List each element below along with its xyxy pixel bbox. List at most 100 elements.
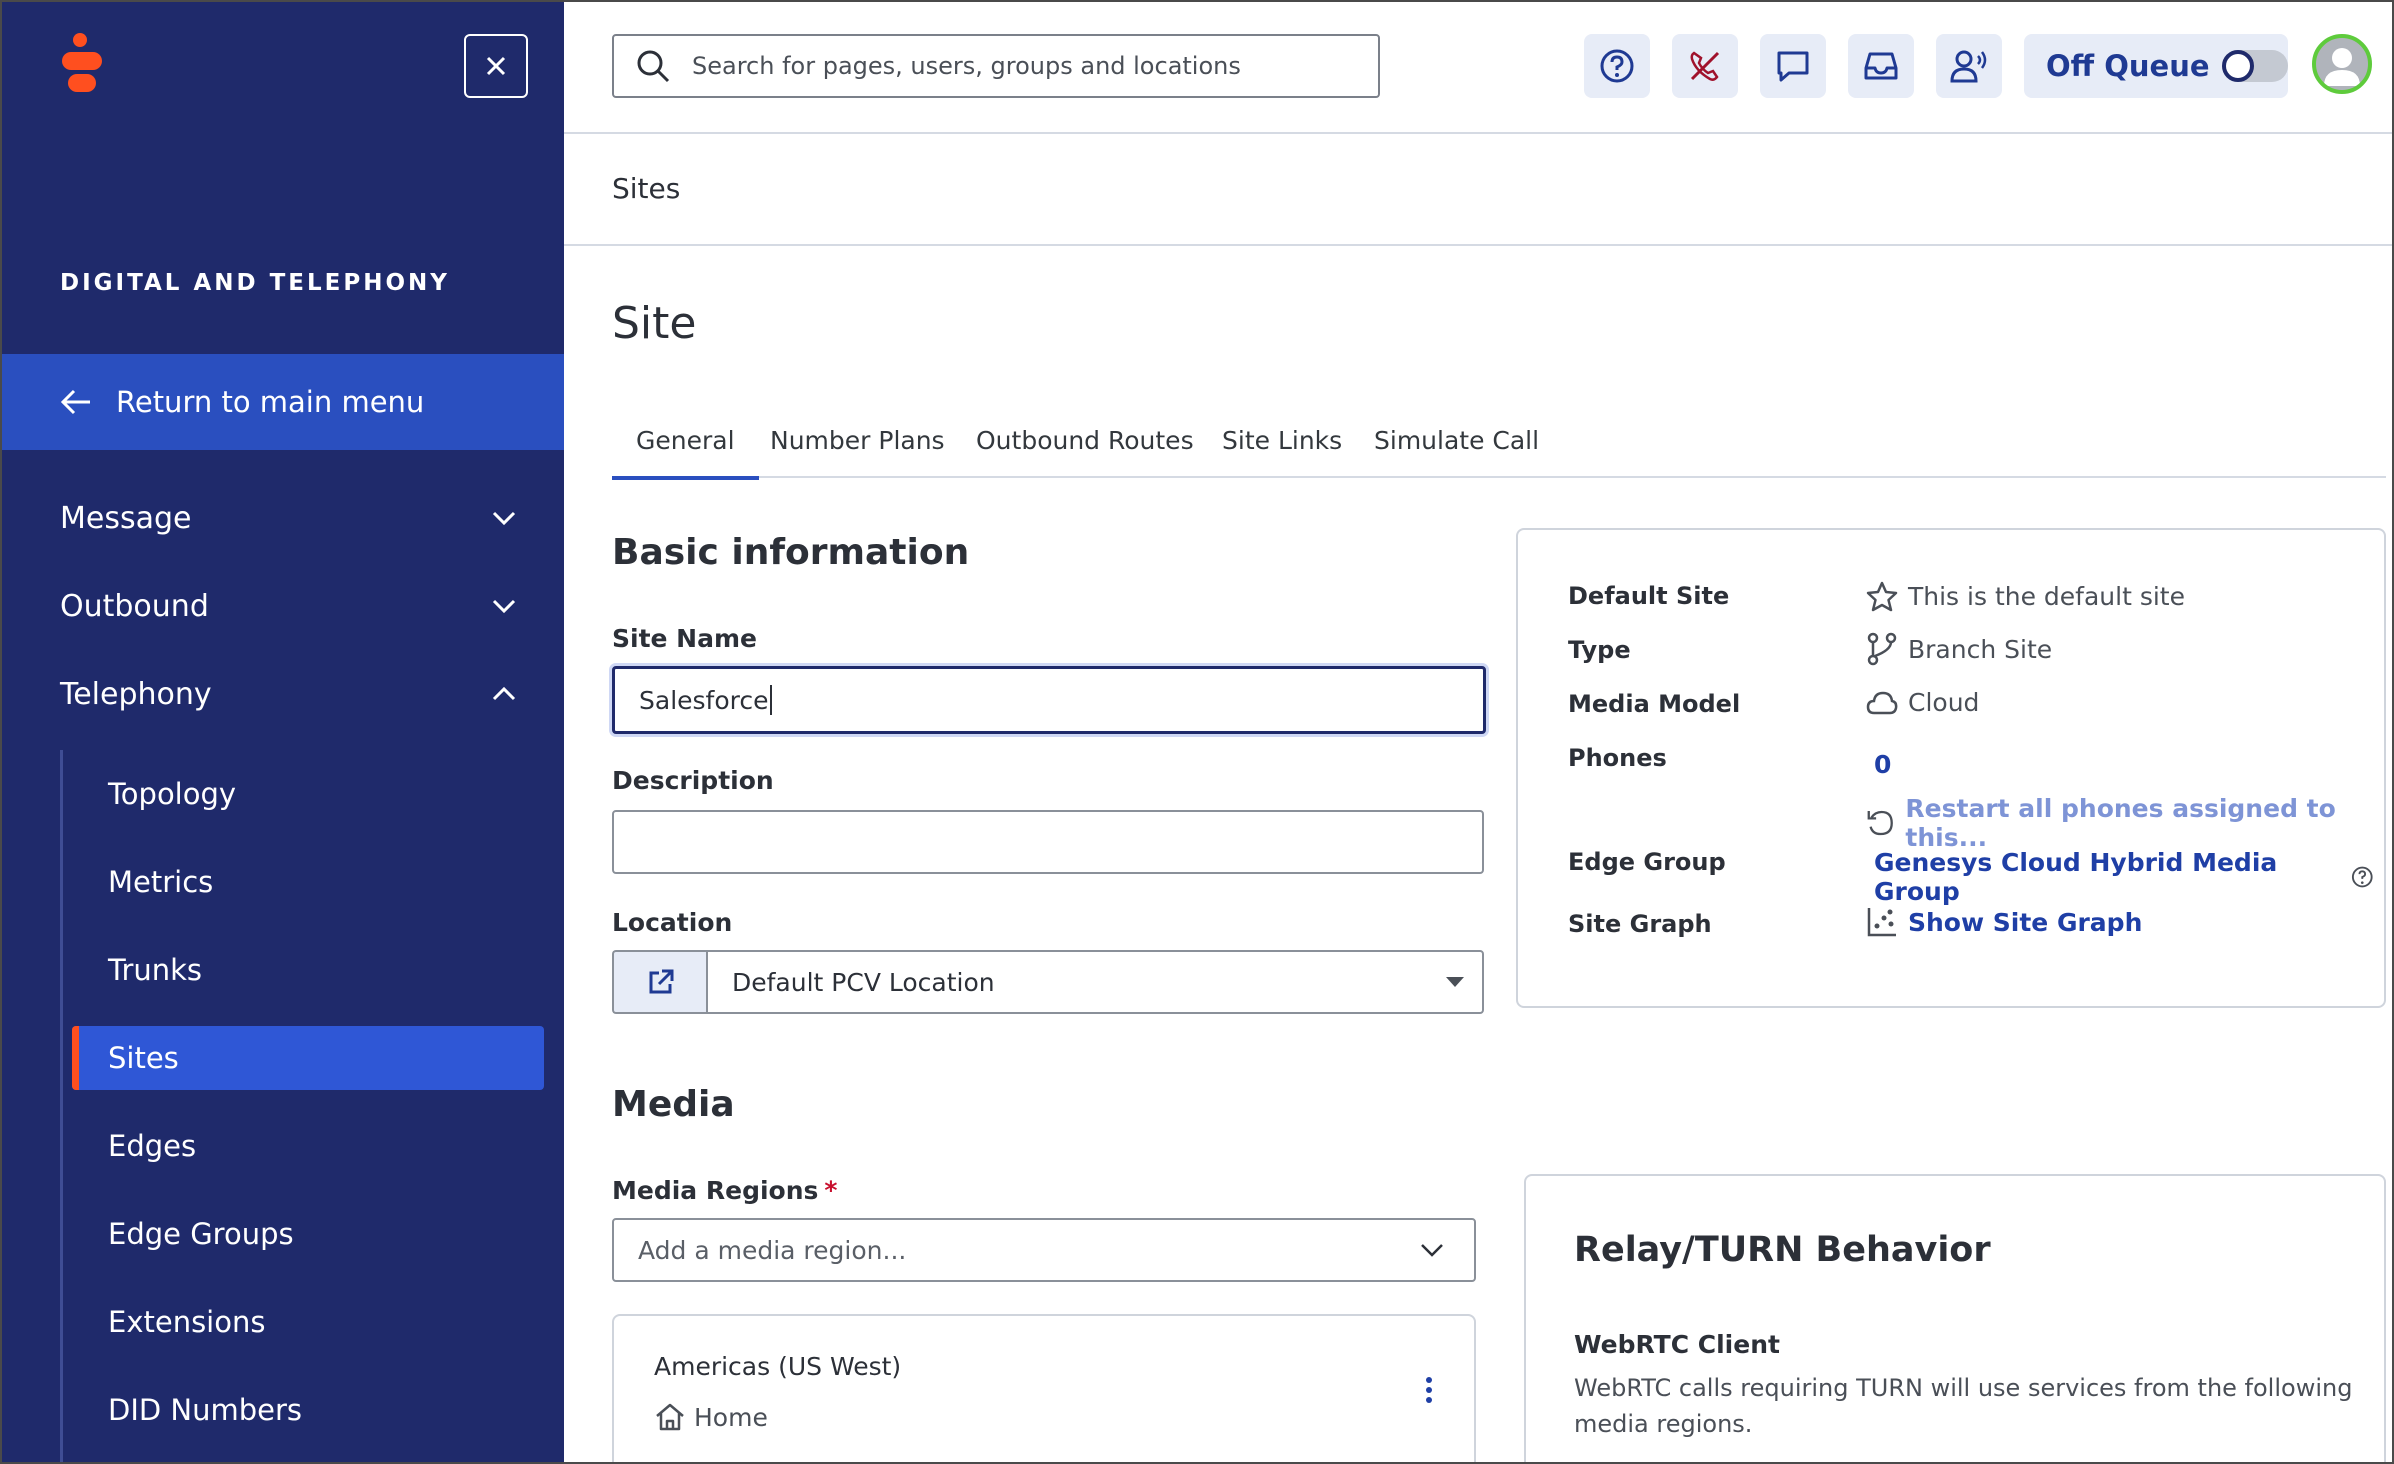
nav-group-message[interactable]: Message bbox=[60, 488, 520, 548]
tab-bar: General Number Plans Outbound Routes Sit… bbox=[612, 412, 2386, 480]
inbox-button[interactable] bbox=[1848, 34, 1914, 98]
show-site-graph-text: Show Site Graph bbox=[1908, 907, 2143, 937]
breadcrumb-item[interactable]: Sites bbox=[612, 172, 680, 205]
edge-group-value[interactable]: Genesys Cloud Hybrid Media Group bbox=[1874, 848, 2384, 906]
top-header: Search for pages, users, groups and loca… bbox=[564, 2, 2392, 134]
edge-group-label: Edge Group bbox=[1568, 848, 1726, 876]
sidebar-item-metrics[interactable]: Metrics bbox=[72, 850, 544, 914]
nav-group-label: Telephony bbox=[60, 676, 212, 712]
search-placeholder: Search for pages, users, groups and loca… bbox=[692, 52, 1241, 80]
chat-button[interactable] bbox=[1760, 34, 1826, 98]
site-name-value: Salesforce bbox=[639, 685, 769, 715]
nav-group-label: Outbound bbox=[60, 588, 209, 624]
description-field[interactable] bbox=[612, 810, 1484, 874]
arrow-left-icon bbox=[60, 388, 92, 416]
kebab-menu-icon bbox=[1426, 1377, 1432, 1403]
media-region-placeholder: Add a media region... bbox=[638, 1235, 907, 1265]
webrtc-client-desc-line1: WebRTC calls requiring TURN will use ser… bbox=[1574, 1374, 2353, 1402]
external-link-icon bbox=[649, 969, 674, 994]
sidebar-item-edges[interactable]: Edges bbox=[72, 1114, 544, 1178]
help-circle-icon[interactable] bbox=[2351, 865, 2374, 889]
media-model-label: Media Model bbox=[1568, 690, 1741, 718]
site-name-field[interactable]: Salesforce bbox=[612, 666, 1486, 734]
media-model-value: Cloud bbox=[1866, 688, 1979, 717]
nav-group-label: Message bbox=[60, 500, 192, 536]
sidebar-item-did-numbers[interactable]: DID Numbers bbox=[72, 1378, 544, 1442]
media-region-select[interactable]: Add a media region... bbox=[612, 1218, 1476, 1282]
restart-icon bbox=[1867, 810, 1893, 836]
sidebar-item-label: Edges bbox=[108, 1129, 197, 1163]
tab-outbound-routes[interactable]: Outbound Routes bbox=[976, 426, 1194, 478]
close-icon bbox=[486, 56, 506, 76]
sidebar-item-topology[interactable]: Topology bbox=[72, 762, 544, 826]
media-model-text: Cloud bbox=[1908, 688, 1980, 717]
media-region-card: Americas (US West) Home bbox=[612, 1314, 1476, 1462]
region-home-text: Home bbox=[694, 1402, 768, 1432]
media-heading: Media bbox=[612, 1084, 735, 1125]
queue-status-toggle[interactable]: Off Queue bbox=[2024, 34, 2288, 98]
default-site-text: This is the default site bbox=[1908, 581, 2185, 611]
sidebar-item-extensions[interactable]: Extensions bbox=[72, 1290, 544, 1354]
sidebar-item-sites[interactable]: Sites bbox=[72, 1026, 544, 1090]
sidebar-item-edge-groups[interactable]: Edge Groups bbox=[72, 1202, 544, 1266]
tab-general[interactable]: General bbox=[612, 426, 758, 480]
close-menu-button[interactable] bbox=[464, 34, 528, 98]
edge-group-link[interactable]: Genesys Cloud Hybrid Media Group bbox=[1874, 848, 2341, 906]
tab-simulate-call[interactable]: Simulate Call bbox=[1374, 426, 1539, 478]
sidebar-item-label: Sites bbox=[108, 1041, 179, 1075]
relay-turn-card: Relay/TURN Behavior WebRTC Client WebRTC… bbox=[1524, 1174, 2386, 1462]
star-icon bbox=[1866, 581, 1898, 612]
voice-button[interactable] bbox=[1936, 34, 2002, 98]
region-name: Americas (US West) bbox=[654, 1352, 902, 1381]
search-icon bbox=[637, 50, 670, 83]
region-home-tag: Home bbox=[654, 1402, 768, 1432]
phone-button[interactable] bbox=[1672, 34, 1738, 98]
genesys-logo[interactable] bbox=[58, 32, 108, 96]
webrtc-client-label: WebRTC Client bbox=[1574, 1330, 1780, 1359]
submenu-guide-line bbox=[60, 750, 63, 1462]
media-regions-label-text: Media Regions bbox=[612, 1176, 819, 1205]
sidebar-item-label: DID Numbers bbox=[108, 1393, 303, 1427]
restart-phones-link[interactable]: Restart all phones assigned to this... bbox=[1866, 794, 2384, 852]
region-more-options-button[interactable] bbox=[1424, 1376, 1434, 1408]
queue-toggle-switch[interactable] bbox=[2221, 50, 2288, 82]
default-site-label: Default Site bbox=[1568, 582, 1730, 610]
help-icon bbox=[1600, 49, 1634, 83]
open-location-button[interactable] bbox=[612, 950, 708, 1014]
phones-count-link[interactable]: 0 bbox=[1874, 750, 1891, 779]
queue-label: Off Queue bbox=[2046, 49, 2210, 83]
search-input[interactable]: Search for pages, users, groups and loca… bbox=[612, 34, 1380, 98]
location-select[interactable]: Default PCV Location bbox=[706, 950, 1484, 1014]
return-to-main-menu[interactable]: Return to main menu bbox=[2, 354, 564, 450]
show-site-graph-link[interactable]: Show Site Graph bbox=[1866, 906, 2142, 938]
nav-group-outbound[interactable]: Outbound bbox=[60, 576, 520, 636]
nav-group-telephony[interactable]: Telephony bbox=[60, 664, 520, 724]
inbox-icon bbox=[1864, 52, 1898, 80]
page-title: Site bbox=[612, 298, 697, 349]
user-avatar-icon bbox=[2324, 48, 2360, 86]
phones-label: Phones bbox=[1568, 744, 1667, 772]
tab-number-plans[interactable]: Number Plans bbox=[770, 426, 945, 478]
return-label: Return to main menu bbox=[116, 385, 425, 419]
chat-icon bbox=[1777, 51, 1809, 82]
tab-site-links[interactable]: Site Links bbox=[1222, 426, 1342, 478]
description-label: Description bbox=[612, 766, 774, 795]
sidebar-item-label: Edge Groups bbox=[108, 1217, 294, 1251]
cloud-icon bbox=[1866, 691, 1898, 714]
required-marker: * bbox=[824, 1176, 838, 1205]
turn-heading: Relay/TURN Behavior bbox=[1574, 1230, 1991, 1270]
toggle-knob bbox=[2221, 50, 2254, 82]
help-button[interactable] bbox=[1584, 34, 1650, 98]
type-label: Type bbox=[1568, 636, 1631, 664]
dropdown-triangle-icon bbox=[1446, 977, 1464, 987]
restart-phones-text: Restart all phones assigned to this... bbox=[1905, 794, 2336, 852]
phone-off-icon bbox=[1690, 51, 1720, 81]
avatar[interactable] bbox=[2312, 34, 2372, 94]
location-label: Location bbox=[612, 908, 733, 937]
type-value: Branch Site bbox=[1866, 632, 2052, 666]
type-text: Branch Site bbox=[1908, 634, 2053, 664]
chevron-down-icon bbox=[1421, 1244, 1443, 1257]
chevron-up-icon bbox=[488, 678, 520, 710]
sidebar-item-trunks[interactable]: Trunks bbox=[72, 938, 544, 1002]
branch-icon bbox=[1867, 632, 1897, 666]
